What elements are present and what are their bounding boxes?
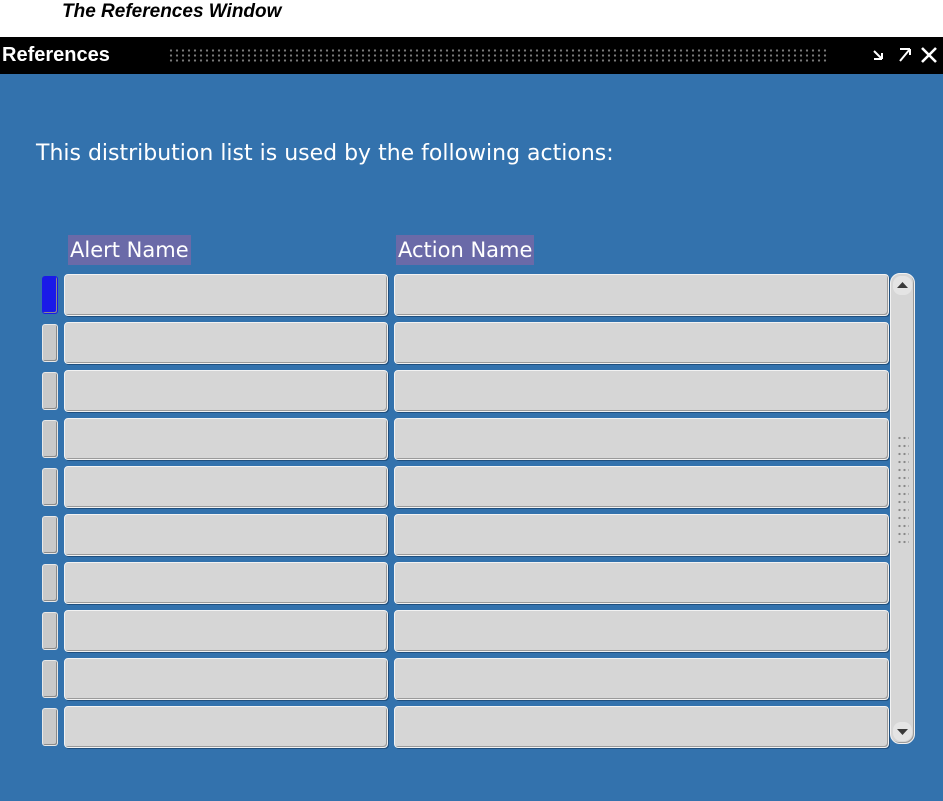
action-name-field[interactable] xyxy=(394,370,889,412)
action-name-field[interactable] xyxy=(394,514,889,556)
alert-name-field[interactable] xyxy=(64,274,388,316)
titlebar-grip xyxy=(168,48,829,63)
minimize-icon[interactable] xyxy=(868,43,890,67)
column-header-alert-name: Alert Name xyxy=(68,235,191,265)
alert-name-field[interactable] xyxy=(64,562,388,604)
alert-name-field[interactable] xyxy=(64,370,388,412)
action-name-field[interactable] xyxy=(394,322,889,364)
action-name-field[interactable] xyxy=(394,706,889,748)
record-indicator[interactable] xyxy=(42,708,58,746)
up-arrow-icon[interactable] xyxy=(893,276,912,295)
record-indicator[interactable] xyxy=(42,324,58,362)
record-indicator[interactable] xyxy=(42,660,58,698)
alert-name-field[interactable] xyxy=(64,418,388,460)
action-name-field[interactable] xyxy=(394,418,889,460)
record-indicator[interactable] xyxy=(42,468,58,506)
references-window: References This distribution list is use… xyxy=(0,37,943,801)
figure-caption: The References Window xyxy=(62,1,282,22)
record-indicator[interactable] xyxy=(42,420,58,458)
window-titlebar[interactable]: References xyxy=(0,37,943,74)
alert-name-field[interactable] xyxy=(64,658,388,700)
action-name-field[interactable] xyxy=(394,610,889,652)
alert-name-field[interactable] xyxy=(64,466,388,508)
action-name-field[interactable] xyxy=(394,562,889,604)
record-indicator[interactable] xyxy=(42,276,58,314)
alert-name-field[interactable] xyxy=(64,610,388,652)
alert-name-field[interactable] xyxy=(64,706,388,748)
maximize-icon[interactable] xyxy=(894,43,916,67)
scrollbar-grip[interactable] xyxy=(897,434,909,544)
down-arrow-icon[interactable] xyxy=(893,722,912,741)
vertical-scrollbar[interactable] xyxy=(890,273,915,744)
alert-name-field[interactable] xyxy=(64,514,388,556)
record-indicator[interactable] xyxy=(42,612,58,650)
action-name-field[interactable] xyxy=(394,466,889,508)
window-title: References xyxy=(2,44,110,66)
action-name-field[interactable] xyxy=(394,658,889,700)
column-header-action-name: Action Name xyxy=(396,235,535,265)
alert-name-field[interactable] xyxy=(64,322,388,364)
record-indicator[interactable] xyxy=(42,372,58,410)
close-icon[interactable] xyxy=(918,43,940,67)
record-indicator[interactable] xyxy=(42,564,58,602)
record-indicator[interactable] xyxy=(42,516,58,554)
action-name-field[interactable] xyxy=(394,274,889,316)
references-prompt: This distribution list is used by the fo… xyxy=(36,141,614,166)
